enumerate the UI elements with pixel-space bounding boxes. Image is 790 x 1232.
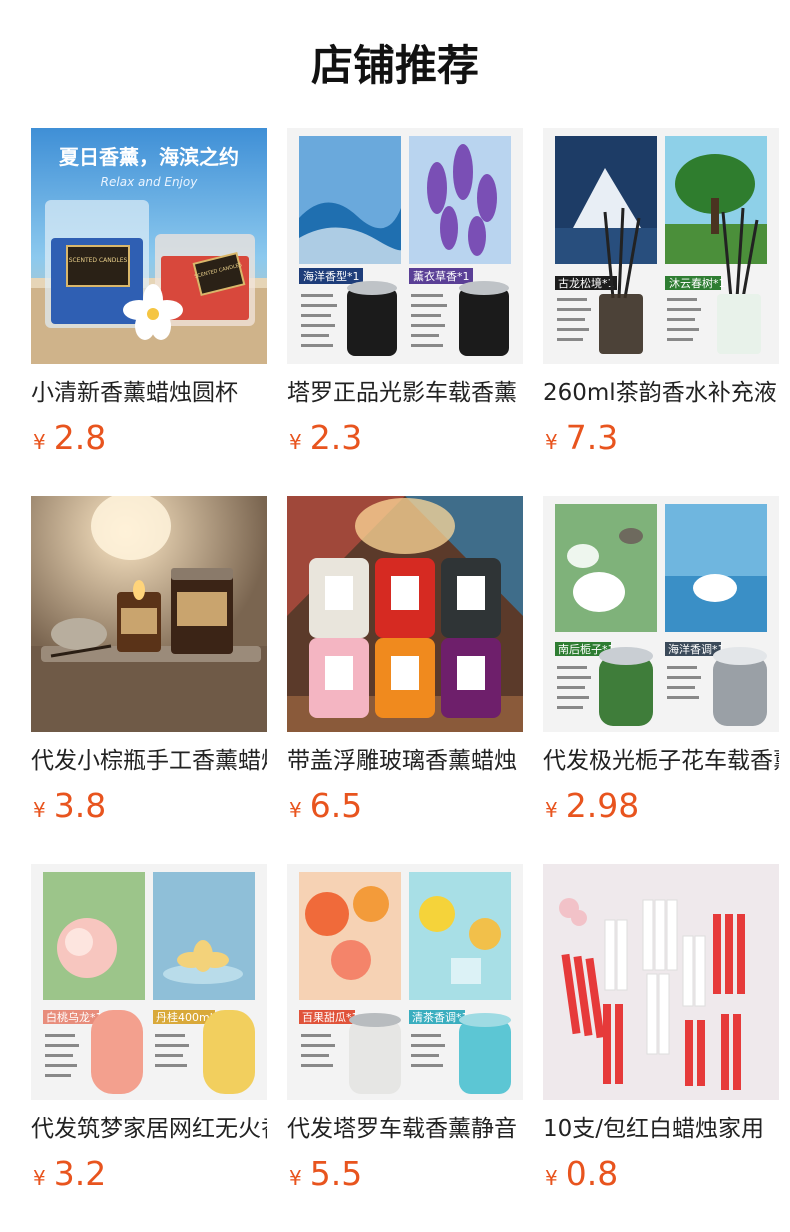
product-price: ¥0.8 [545, 1154, 618, 1194]
currency-symbol: ¥ [545, 1166, 558, 1190]
price-value: 5.5 [309, 1154, 363, 1193]
product-name[interactable]: 带盖浮雕玻璃香薰蜡烛 [287, 744, 523, 778]
product-name[interactable]: 10支/包红白蜡烛家用 [543, 1112, 779, 1146]
currency-symbol: ¥ [289, 1166, 302, 1190]
product-price: ¥2.3 [289, 418, 362, 458]
product-card[interactable]: 海洋香型*1 薰衣草香*1 塔罗正品光影车载香薰 ¥2.3 [287, 128, 523, 458]
image-label-left: SCENTED CANDLES [69, 257, 128, 264]
product-price: ¥7.3 [545, 418, 618, 458]
product-name[interactable]: 代发塔罗车载香薰静音 [287, 1112, 523, 1146]
price-value: 0.8 [565, 1154, 619, 1193]
price-value: 3.8 [53, 786, 107, 825]
product-image[interactable] [31, 496, 267, 732]
currency-symbol: ¥ [33, 1166, 46, 1190]
price-value: 2.98 [565, 786, 640, 825]
product-name[interactable]: 小清新香薰蜡烛圆杯 [31, 376, 267, 410]
product-name[interactable]: 塔罗正品光影车载香薰 [287, 376, 523, 410]
product-image[interactable]: 白桃乌龙*1 丹桂400ml*1 [31, 864, 267, 1100]
image-tag-left: 海洋香型*1 [303, 269, 360, 283]
image-headline: 夏日香薰，海滨之约 [59, 145, 239, 169]
product-image[interactable] [287, 496, 523, 732]
product-image[interactable]: 夏日香薰，海滨之约 Relax and Enjoy SCENTED CANDLE… [31, 128, 267, 364]
image-tag-left: 百果甜瓜*1 [302, 1011, 359, 1024]
product-name[interactable]: 代发极光栀子花车载香薰 [543, 744, 779, 778]
product-card[interactable]: 代发小棕瓶手工香薰蜡烛 ¥3.8 [31, 496, 267, 826]
product-price: ¥2.8 [33, 418, 106, 458]
product-card[interactable]: 10支/包红白蜡烛家用 ¥0.8 [543, 864, 779, 1194]
product-price: ¥5.5 [289, 1154, 362, 1194]
product-card[interactable]: 百果甜瓜*1 清茶香调*1 代发塔罗车载香薰静音 ¥5.5 [287, 864, 523, 1194]
product-image[interactable]: 南后栀子*1 海洋香调*1 [543, 496, 779, 732]
price-value: 6.5 [309, 786, 363, 825]
price-value: 7.3 [565, 418, 619, 457]
product-price: ¥3.2 [33, 1154, 106, 1194]
product-card[interactable]: 南后栀子*1 海洋香调*1 代发极光栀子花车载香薰 ¥2.98 [543, 496, 779, 826]
price-value: 3.2 [53, 1154, 107, 1193]
product-card[interactable]: 带盖浮雕玻璃香薰蜡烛 ¥6.5 [287, 496, 523, 826]
product-card[interactable]: 古龙松境*1 沐云春树*1 260ml茶韵香水补充液 ¥ 7.3 [543, 128, 779, 458]
page-title: 店铺推荐 [310, 41, 479, 90]
currency-symbol: ¥ [33, 430, 46, 454]
currency-symbol: ¥ [33, 798, 46, 822]
product-price: ¥6.5 [289, 786, 362, 826]
product-card[interactable]: 白桃乌龙*1 丹桂400ml*1 代发筑梦家居网红无火香薰 ¥3.2 [31, 864, 267, 1194]
currency-symbol: ¥ [545, 430, 558, 454]
image-tag-right: 薰衣草香*1 [413, 269, 470, 283]
product-name[interactable]: 260ml茶韵香水补充液 [543, 376, 779, 410]
image-tag-right: 清茶香调*1 [412, 1011, 469, 1024]
product-image[interactable]: 海洋香型*1 薰衣草香*1 [287, 128, 523, 364]
image-subline: Relax and Enjoy [101, 175, 199, 189]
product-image[interactable]: 百果甜瓜*1 清茶香调*1 [287, 864, 523, 1100]
currency-symbol: ¥ [289, 798, 302, 822]
product-card[interactable]: 夏日香薰，海滨之约 Relax and Enjoy SCENTED CANDLE… [31, 128, 267, 458]
product-name[interactable]: 代发筑梦家居网红无火香薰 [31, 1112, 267, 1146]
currency-symbol: ¥ [545, 798, 558, 822]
product-price: ¥3.8 [33, 786, 106, 826]
image-tag-right: 沐云春树*1 [669, 276, 726, 290]
currency-symbol: ¥ [289, 430, 302, 454]
product-price: ¥2.98 [545, 786, 639, 826]
product-image[interactable] [543, 864, 779, 1100]
price-value: 2.8 [53, 418, 107, 457]
product-image[interactable]: 古龙松境*1 沐云春树*1 [543, 128, 779, 364]
product-name[interactable]: 代发小棕瓶手工香薰蜡烛 [31, 744, 267, 778]
price-value: 2.3 [309, 418, 363, 457]
image-tag-left: 古龙松境*1 [558, 276, 615, 290]
